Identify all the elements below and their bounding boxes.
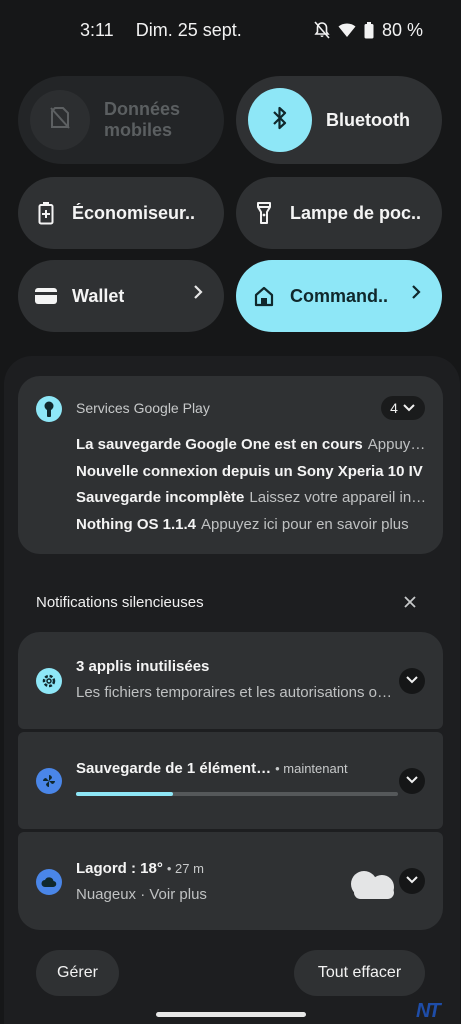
tile-bluetooth-label: Bluetooth xyxy=(326,109,410,130)
silent-notifications-header: Notifications silencieuses xyxy=(36,594,204,611)
close-icon[interactable] xyxy=(402,594,418,615)
chevron-down-icon xyxy=(405,772,419,790)
date: Dim. 25 sept. xyxy=(135,19,242,40)
tile-mobile-data[interactable]: Données mobiles xyxy=(18,76,224,164)
tile-home-controls[interactable]: Command.. xyxy=(236,260,442,332)
battery-icon xyxy=(364,21,374,39)
bluetooth-icon xyxy=(272,106,288,135)
cloud-icon xyxy=(36,869,62,895)
weather-cloud-icon xyxy=(346,866,398,905)
tile-battery-saver[interactable]: Économiseur.. xyxy=(18,177,224,249)
tile-bluetooth[interactable]: Bluetooth xyxy=(236,76,442,164)
line-text: Appuyez ici pour en savoir plus xyxy=(367,436,428,453)
chevron-down-icon xyxy=(405,672,419,690)
list-item[interactable]: Nothing OS 1.1.4 Appuyez ici pour en savo… xyxy=(76,512,428,539)
status-icons: 80 % xyxy=(314,20,423,41)
notification-text: Les fichiers temporaires et les autorisa… xyxy=(76,684,396,701)
timestamp: • maintenant xyxy=(275,761,348,776)
notification-count: 4 xyxy=(390,400,398,416)
chevron-down-icon xyxy=(402,400,416,416)
tile-mobile-data-label: Données mobiles xyxy=(104,99,180,141)
chevron-right-icon xyxy=(192,284,204,305)
tile-battery-saver-label: Économiseur.. xyxy=(72,202,196,223)
wifi-icon xyxy=(338,22,356,38)
tile-home-controls-label: Command.. xyxy=(290,285,389,306)
tile-label-line2: mobiles xyxy=(104,120,173,140)
battery-saver-icon xyxy=(34,201,58,225)
tile-mobile-data-icon-bg xyxy=(30,90,90,150)
line-text: Appuyez ici pour en savoir plus xyxy=(201,515,409,533)
manage-button[interactable]: Gérer xyxy=(36,950,119,996)
google-play-services-icon xyxy=(36,396,62,422)
settings-gear-icon xyxy=(36,668,62,694)
tile-bluetooth-icon-bg xyxy=(248,88,312,152)
chevron-right-icon xyxy=(410,284,422,305)
pinwheel-icon xyxy=(36,768,62,794)
tile-wallet[interactable]: Wallet xyxy=(18,260,224,332)
line-title: Nouvelle connexion depuis un Sony Xperia… xyxy=(76,462,423,480)
expand-button[interactable] xyxy=(399,668,425,694)
expand-button[interactable] xyxy=(399,868,425,894)
clear-all-button[interactable]: Tout effacer xyxy=(294,950,425,996)
battery-percent: 80 % xyxy=(381,19,423,40)
notification-title: Lagord : 18° • 27 m xyxy=(76,860,204,877)
progress-fill xyxy=(76,792,173,796)
tile-flashlight[interactable]: Lampe de poc.. xyxy=(236,177,442,249)
do-not-disturb-off-icon xyxy=(314,21,330,39)
line-title: Nothing OS 1.1.4 xyxy=(76,515,197,533)
chevron-down-icon xyxy=(405,872,419,890)
title-text: Lagord : 18° xyxy=(76,860,163,877)
expand-button[interactable] xyxy=(399,768,425,794)
notification-title: 3 applis inutilisées xyxy=(76,658,210,675)
line-title: Sauvegarde incomplète xyxy=(76,489,245,506)
progress-bar xyxy=(76,792,398,796)
list-item[interactable]: Nouvelle connexion depuis un Sony Xperia… xyxy=(76,459,428,486)
notification-google-play[interactable]: Services Google Play 4 La sauvegarde Goo… xyxy=(18,376,443,554)
line-title: La sauvegarde Google One est en cours xyxy=(76,436,363,453)
line-text: Laissez votre appareil inactif xyxy=(249,489,428,506)
timestamp: • 27 m xyxy=(166,861,204,876)
clock: 3:11 xyxy=(80,19,114,40)
notification-title: Sauvegarde de 1 élément… • maintenant xyxy=(76,760,348,777)
notification-app-name: Services Google Play xyxy=(76,400,210,416)
notification-unused-apps[interactable]: 3 applis inutilisées Les fichiers tempor… xyxy=(18,632,443,729)
no-sim-icon xyxy=(49,106,71,135)
notification-lines: La sauvegarde Google One est en cours App… xyxy=(76,432,428,538)
expand-group-button[interactable]: 4 xyxy=(381,396,425,420)
tile-flashlight-label: Lampe de poc.. xyxy=(290,202,422,223)
list-item[interactable]: La sauvegarde Google One est en cours App… xyxy=(76,432,428,459)
list-item[interactable]: Sauvegarde incomplète Laissez votre appar… xyxy=(76,485,428,512)
title-text: Sauvegarde de 1 élément… xyxy=(76,760,272,777)
watermark-logo: NT xyxy=(416,1000,441,1022)
notification-backup-progress[interactable]: Sauvegarde de 1 élément… • maintenant xyxy=(18,732,443,829)
notification-weather[interactable]: Lagord : 18° • 27 m Nuageux · Voir plus xyxy=(18,832,443,930)
wallet-icon xyxy=(34,284,58,308)
status-bar: 3:11 Dim. 25 sept. 80 % xyxy=(0,0,461,60)
flashlight-icon xyxy=(252,201,276,225)
home-icon xyxy=(252,284,276,308)
gesture-navigation-bar[interactable] xyxy=(156,1012,306,1017)
tile-wallet-label: Wallet xyxy=(72,285,125,306)
tile-label-line1: Données xyxy=(104,99,181,119)
